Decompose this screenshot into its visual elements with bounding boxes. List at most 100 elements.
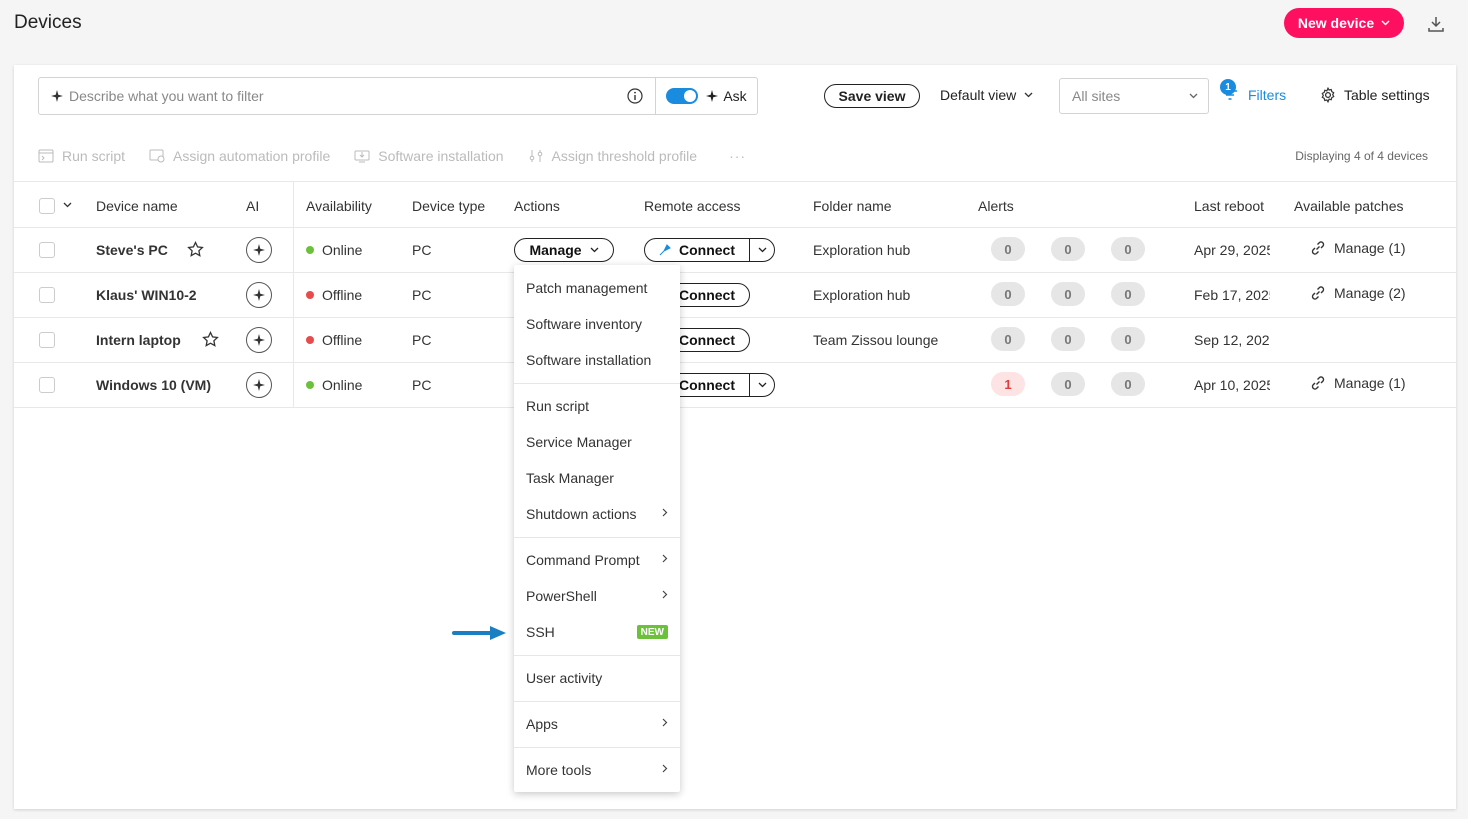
filter-input[interactable]: Describe what you want to filter bbox=[39, 78, 656, 114]
default-view-dropdown[interactable]: Default view bbox=[940, 87, 1033, 103]
download-icon[interactable] bbox=[1426, 14, 1446, 34]
select-all-checkbox[interactable] bbox=[39, 198, 55, 214]
shutdown-actions-label: Shutdown actions bbox=[526, 506, 637, 522]
last-reboot: Feb 17, 2025 bbox=[1194, 286, 1270, 303]
device-name[interactable]: Intern laptop bbox=[96, 317, 181, 362]
connect-options-button[interactable] bbox=[749, 238, 774, 261]
alert-count[interactable]: 0 bbox=[1051, 372, 1085, 396]
star-icon[interactable] bbox=[202, 331, 219, 348]
ai-button[interactable] bbox=[246, 281, 272, 308]
software-installation-action[interactable]: Software installation bbox=[354, 148, 504, 164]
ask-button[interactable]: Ask bbox=[706, 88, 747, 104]
save-view-button[interactable]: Save view bbox=[824, 84, 920, 108]
alert-count[interactable]: 0 bbox=[991, 282, 1025, 306]
column-alerts[interactable]: Alerts bbox=[978, 198, 1014, 214]
alert-count[interactable]: 0 bbox=[991, 237, 1025, 261]
table-settings-label: Table settings bbox=[1344, 87, 1430, 103]
row-checkbox[interactable] bbox=[39, 287, 55, 303]
menu-item-shutdown-actions[interactable]: Shutdown actions bbox=[514, 496, 680, 532]
alert-count[interactable]: 0 bbox=[1111, 372, 1145, 396]
table-row[interactable]: Steve's PC Online PC Manage Connect Expl… bbox=[14, 227, 1456, 272]
menu-item-patch-management[interactable]: Patch management bbox=[514, 270, 680, 306]
menu-item-ssh[interactable]: SSH NEW bbox=[514, 614, 680, 650]
run-script-action[interactable]: Run script bbox=[38, 148, 125, 164]
row-checkbox[interactable] bbox=[39, 332, 55, 348]
info-icon[interactable] bbox=[627, 88, 643, 104]
link-icon bbox=[1311, 375, 1325, 390]
chevron-right-icon bbox=[662, 508, 668, 517]
table-row[interactable]: Klaus' WIN10-2 Offline PC Connect Explor… bbox=[14, 272, 1456, 317]
patches-manage-link[interactable]: Manage (1) bbox=[1310, 375, 1406, 391]
ai-button[interactable] bbox=[246, 236, 272, 263]
column-last-reboot[interactable]: Last reboot bbox=[1194, 198, 1264, 214]
patches-label: Manage (2) bbox=[1334, 284, 1406, 301]
sites-label: All sites bbox=[1072, 88, 1121, 104]
ask-toggle[interactable] bbox=[666, 88, 699, 104]
chevron-right-icon bbox=[662, 590, 668, 599]
patches-manage-link[interactable]: Manage (1) bbox=[1310, 240, 1406, 256]
availability-status: Online bbox=[306, 362, 362, 407]
alert-count[interactable]: 0 bbox=[1051, 327, 1085, 351]
alert-count[interactable]: 0 bbox=[1111, 327, 1145, 351]
filters-button[interactable]: 1 Filters bbox=[1220, 79, 1286, 103]
device-name[interactable]: Steve's PC bbox=[96, 227, 168, 272]
menu-item-software-inventory[interactable]: Software inventory bbox=[514, 306, 680, 342]
alert-count[interactable]: 0 bbox=[1051, 237, 1085, 261]
device-name[interactable]: Windows 10 (VM) bbox=[96, 362, 211, 407]
sites-select[interactable]: All sites bbox=[1059, 78, 1209, 114]
ai-button[interactable] bbox=[246, 326, 272, 353]
connect-options-button[interactable] bbox=[749, 373, 774, 396]
column-folder-name[interactable]: Folder name bbox=[813, 198, 892, 214]
device-name[interactable]: Klaus' WIN10-2 bbox=[96, 272, 197, 317]
row-checkbox[interactable] bbox=[39, 242, 55, 258]
more-tools-label: More tools bbox=[526, 762, 592, 778]
menu-item-user-activity[interactable]: User activity bbox=[514, 660, 680, 696]
menu-item-apps[interactable]: Apps bbox=[514, 706, 680, 742]
alert-count[interactable]: 0 bbox=[1111, 237, 1145, 261]
menu-item-run-script[interactable]: Run script bbox=[514, 388, 680, 424]
alert-count[interactable]: 0 bbox=[1111, 282, 1145, 306]
software-installation-label: Software installation bbox=[378, 148, 504, 164]
chevron-down-icon[interactable] bbox=[63, 202, 72, 208]
table-settings-button[interactable]: Table settings bbox=[1320, 87, 1430, 103]
column-actions[interactable]: Actions bbox=[514, 198, 560, 214]
more-actions-icon[interactable]: ··· bbox=[729, 148, 746, 164]
alert-count[interactable]: 0 bbox=[991, 327, 1025, 351]
menu-item-command-prompt[interactable]: Command Prompt bbox=[514, 542, 680, 578]
ai-button[interactable] bbox=[246, 371, 272, 398]
patches-manage-link[interactable]: Manage (2) bbox=[1310, 285, 1406, 301]
sparkle-icon bbox=[253, 378, 265, 391]
new-device-button[interactable]: New device bbox=[1284, 8, 1404, 38]
table-row[interactable]: Intern laptop Offline PC Connect Team Zi… bbox=[14, 317, 1456, 362]
manage-button[interactable]: Manage bbox=[514, 237, 614, 262]
column-ai[interactable]: AI bbox=[246, 198, 259, 214]
menu-item-powershell[interactable]: PowerShell bbox=[514, 578, 680, 614]
star-icon[interactable] bbox=[187, 241, 204, 258]
sparkle-icon bbox=[253, 333, 265, 346]
menu-item-software-installation[interactable]: Software installation bbox=[514, 342, 680, 378]
assign-automation-action[interactable]: Assign automation profile bbox=[149, 148, 330, 164]
alert-count[interactable]: 0 bbox=[1051, 282, 1085, 306]
availability-status: Offline bbox=[306, 317, 362, 362]
row-checkbox[interactable] bbox=[39, 377, 55, 393]
column-device-type[interactable]: Device type bbox=[412, 198, 485, 214]
menu-item-more-tools[interactable]: More tools bbox=[514, 752, 680, 788]
column-device-name[interactable]: Device name bbox=[96, 198, 178, 214]
divider bbox=[14, 181, 1456, 182]
menu-item-task-manager[interactable]: Task Manager bbox=[514, 460, 680, 496]
connect-button[interactable]: Connect bbox=[645, 239, 749, 261]
availability-status: Online bbox=[306, 227, 362, 272]
alert-count[interactable]: 1 bbox=[991, 372, 1025, 396]
chevron-right-icon bbox=[662, 718, 668, 727]
folder-name[interactable]: Exploration hub bbox=[813, 272, 910, 317]
column-remote-access[interactable]: Remote access bbox=[644, 198, 740, 214]
menu-item-service-manager[interactable]: Service Manager bbox=[514, 424, 680, 460]
column-availability[interactable]: Availability bbox=[306, 198, 372, 214]
device-type: PC bbox=[412, 376, 432, 393]
folder-name[interactable]: Exploration hub bbox=[813, 227, 910, 272]
folder-name[interactable]: Team Zissou lounge bbox=[813, 317, 938, 362]
column-available-patches[interactable]: Available patches bbox=[1294, 198, 1403, 214]
gear-icon bbox=[1321, 87, 1335, 103]
table-row[interactable]: Windows 10 (VM) Online PC Connect 1 0 0 … bbox=[14, 362, 1456, 407]
assign-threshold-action[interactable]: Assign threshold profile bbox=[528, 148, 697, 164]
